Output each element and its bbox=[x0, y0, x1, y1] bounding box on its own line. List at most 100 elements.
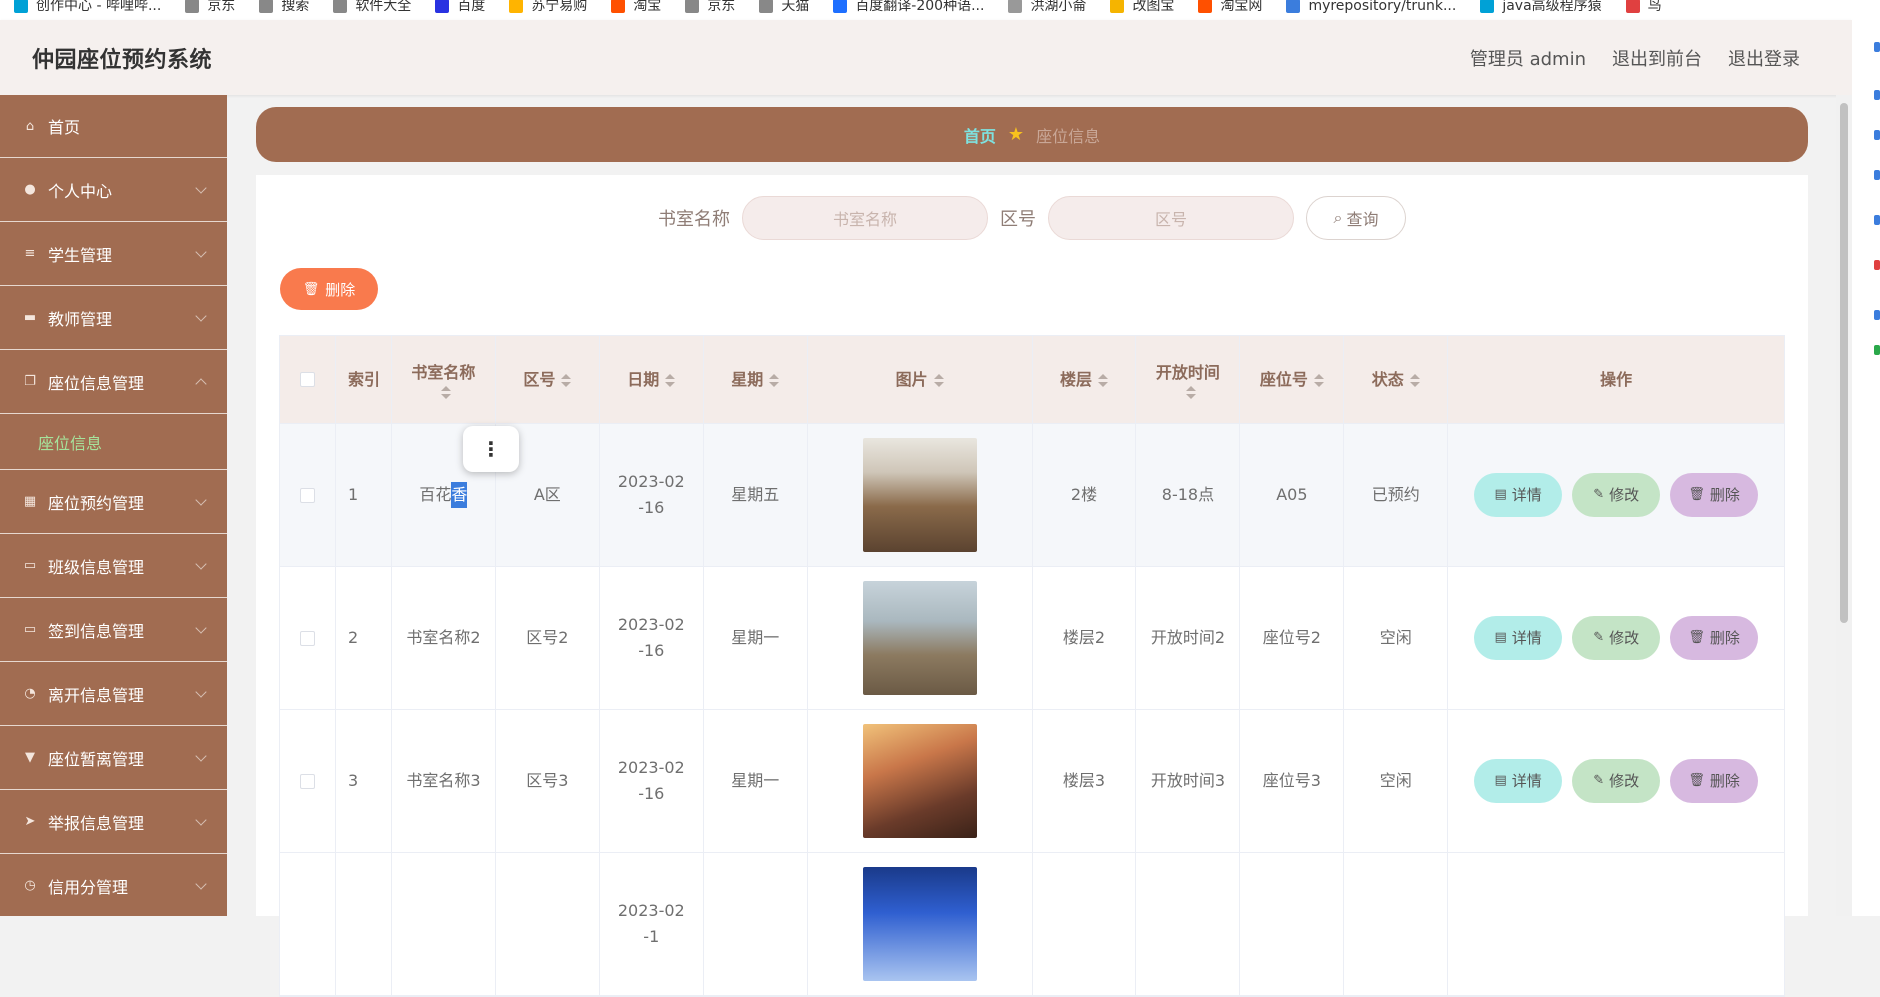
sort-caret-icon[interactable] bbox=[1409, 373, 1420, 387]
column-header[interactable]: 日期 bbox=[600, 336, 704, 423]
sort-caret-icon[interactable] bbox=[933, 373, 944, 387]
query-button[interactable]: ⌕ 查询 bbox=[1306, 196, 1406, 240]
sidebar-item[interactable]: ▭ 签到信息管理 bbox=[0, 598, 227, 662]
bookmark-item[interactable]: 百度翻译-200种语... bbox=[833, 0, 984, 13]
bookmark-item[interactable]: 洪湖小侖 bbox=[1008, 0, 1086, 13]
row-actions: ▤ 详情 ✎ 修改 🗑 删除 bbox=[1448, 473, 1784, 517]
zone-label: 区号 bbox=[1000, 209, 1036, 230]
detail-button[interactable]: ▤ 详情 bbox=[1474, 759, 1563, 803]
sort-caret-icon[interactable] bbox=[1313, 373, 1324, 387]
sidebar-item[interactable]: ◷ 信用分管理 bbox=[0, 854, 227, 916]
bookmark-item[interactable]: 淘宝 bbox=[611, 0, 661, 13]
classroom-image[interactable] bbox=[862, 581, 977, 695]
bookmark-item[interactable]: 软件大全 bbox=[333, 0, 411, 13]
sidebar-item[interactable]: ➤ 举报信息管理 bbox=[0, 790, 227, 854]
scrollbar-thumb[interactable] bbox=[1840, 103, 1848, 623]
trash-icon: 🗑 bbox=[1688, 630, 1705, 645]
bookmark-item[interactable]: java高级程序猿 bbox=[1480, 0, 1602, 13]
query-button-label: 查询 bbox=[1346, 210, 1379, 229]
bookmark-item[interactable]: 京东 bbox=[185, 0, 235, 13]
row-select-cell bbox=[280, 853, 336, 995]
classroom-image[interactable] bbox=[862, 867, 977, 981]
edit-button[interactable]: ✎ 修改 bbox=[1572, 473, 1661, 517]
monitor-icon: ▭ bbox=[23, 622, 37, 637]
sidebar-item[interactable]: ≡ 学生管理 bbox=[0, 222, 227, 286]
classroom-image[interactable] bbox=[862, 438, 977, 552]
back-to-front-link[interactable]: 退出到前台 bbox=[1612, 45, 1702, 71]
browser-side-panel bbox=[1852, 20, 1880, 916]
column-header[interactable]: 星期 bbox=[704, 336, 808, 423]
cell-text: 1 bbox=[347, 485, 359, 504]
detail-button[interactable]: ▤ 详情 bbox=[1474, 616, 1563, 660]
column-header[interactable]: 书室名称 bbox=[392, 336, 496, 423]
zone-input[interactable]: 区号 bbox=[1048, 196, 1294, 240]
cell-text: 开放时间2 bbox=[1150, 628, 1226, 647]
column-header-label: 索引 bbox=[347, 369, 380, 389]
breadcrumb-home[interactable]: 首页 bbox=[964, 123, 996, 147]
sort-caret-icon[interactable] bbox=[769, 373, 780, 387]
column-header[interactable]: 区号 bbox=[496, 336, 600, 423]
folder-icon bbox=[1110, 0, 1125, 13]
sort-caret-icon[interactable] bbox=[561, 373, 572, 387]
sort-caret-icon[interactable] bbox=[441, 386, 452, 399]
row-checkbox[interactable] bbox=[299, 630, 315, 646]
sort-caret-icon[interactable] bbox=[1098, 373, 1108, 387]
classroom-image[interactable] bbox=[862, 724, 977, 838]
bookmark-item[interactable]: 苏宁易购 bbox=[509, 0, 587, 13]
sidebar-item[interactable]: ◔ 离开信息管理 bbox=[0, 662, 227, 726]
bookmark-item[interactable]: 天猫 bbox=[759, 0, 809, 13]
column-header[interactable]: 座位号 bbox=[1240, 336, 1345, 423]
edit-button[interactable]: ✎ 修改 bbox=[1572, 616, 1661, 660]
current-user[interactable]: 管理员 admin bbox=[1470, 45, 1586, 71]
delete-button[interactable]: 🗑 删除 bbox=[1670, 616, 1759, 660]
more-options-icon[interactable]: ⋮ bbox=[463, 426, 519, 472]
cell-date: 2023-02-1 bbox=[600, 853, 704, 995]
room-name-input[interactable]: 书室名称 bbox=[742, 196, 988, 240]
batch-delete-button[interactable]: 🗑 删除 bbox=[280, 268, 378, 310]
sort-caret-icon[interactable] bbox=[1185, 386, 1196, 399]
stamp-icon: ▼ bbox=[25, 750, 35, 765]
column-header[interactable]: 楼层 bbox=[1033, 336, 1137, 423]
column-header[interactable]: 状态 bbox=[1344, 336, 1449, 423]
row-checkbox[interactable] bbox=[299, 487, 315, 503]
sidebar-item[interactable]: ● 个人中心 bbox=[0, 158, 227, 222]
chevron-down-icon bbox=[195, 310, 207, 322]
delete-button[interactable]: 🗑 删除 bbox=[1670, 473, 1759, 517]
cell-text: A区 bbox=[533, 485, 561, 504]
sidebar-item[interactable]: ▭ 班级信息管理 bbox=[0, 534, 227, 598]
sidebar-item[interactable]: ❐ 座位信息管理 bbox=[0, 350, 227, 414]
table-row[interactable]: 3 书室名称3 区号3 2023-02-16 星期一 楼层3 开放时间3 座位号3 空闲 ▤ 详情 ✎… bbox=[280, 710, 1784, 853]
bookmark-item[interactable]: 搜索 bbox=[259, 0, 309, 13]
column-header-content: 图片 bbox=[896, 367, 944, 393]
logout-link[interactable]: 退出登录 bbox=[1728, 45, 1800, 71]
sidebar-item[interactable]: ⌂ 首页 bbox=[0, 95, 227, 158]
bookmark-label: 鸟 bbox=[1647, 0, 1662, 14]
sidebar-item[interactable]: ▬ 教师管理 bbox=[0, 286, 227, 350]
bookmark-item[interactable]: 鸟 bbox=[1625, 0, 1662, 14]
bilibili-icon bbox=[1480, 0, 1495, 13]
column-header[interactable]: 图片 bbox=[808, 336, 1033, 423]
table-row[interactable]: 2 书室名称2 区号2 2023-02-16 星期一 楼层2 开放时间2 座位号2 空闲 ▤ 详情 ✎… bbox=[280, 567, 1784, 710]
detail-button[interactable]: ▤ 详情 bbox=[1474, 473, 1563, 517]
sidebar-item[interactable]: ▦ 座位预约管理 bbox=[0, 470, 227, 534]
compass-icon: ◔ bbox=[24, 686, 36, 701]
bookmark-item[interactable]: 京东 bbox=[685, 0, 735, 13]
sort-caret-icon[interactable] bbox=[665, 373, 676, 387]
sidebar-subitem-seat-info[interactable]: 座位信息 bbox=[0, 414, 227, 470]
page-scrollbar[interactable] bbox=[1836, 95, 1852, 916]
bookmark-item[interactable]: 淘宝网 bbox=[1198, 0, 1262, 13]
sidebar-item[interactable]: ▼ 座位暂离管理 bbox=[0, 726, 227, 790]
home-icon: ⌂ bbox=[25, 118, 35, 134]
bookmark-item[interactable]: 创作中心 - 哔哩哔... bbox=[14, 0, 161, 13]
column-header[interactable]: 开放时间 bbox=[1136, 336, 1241, 423]
edit-button[interactable]: ✎ 修改 bbox=[1572, 759, 1661, 803]
bookmark-item[interactable]: 改图宝 bbox=[1110, 0, 1174, 13]
delete-button[interactable]: 🗑 删除 bbox=[1670, 759, 1759, 803]
table-row[interactable]: 2023-02-1 ▤详情✎修改🗑删除 bbox=[280, 853, 1784, 996]
detail-button-label: 详情 bbox=[1511, 486, 1542, 504]
row-checkbox[interactable] bbox=[299, 773, 315, 789]
baidu-icon bbox=[435, 0, 450, 13]
bookmark-item[interactable]: myrepository/trunk... bbox=[1286, 0, 1456, 13]
bookmark-item[interactable]: 百度 bbox=[435, 0, 485, 13]
select-all-checkbox[interactable] bbox=[299, 372, 315, 387]
